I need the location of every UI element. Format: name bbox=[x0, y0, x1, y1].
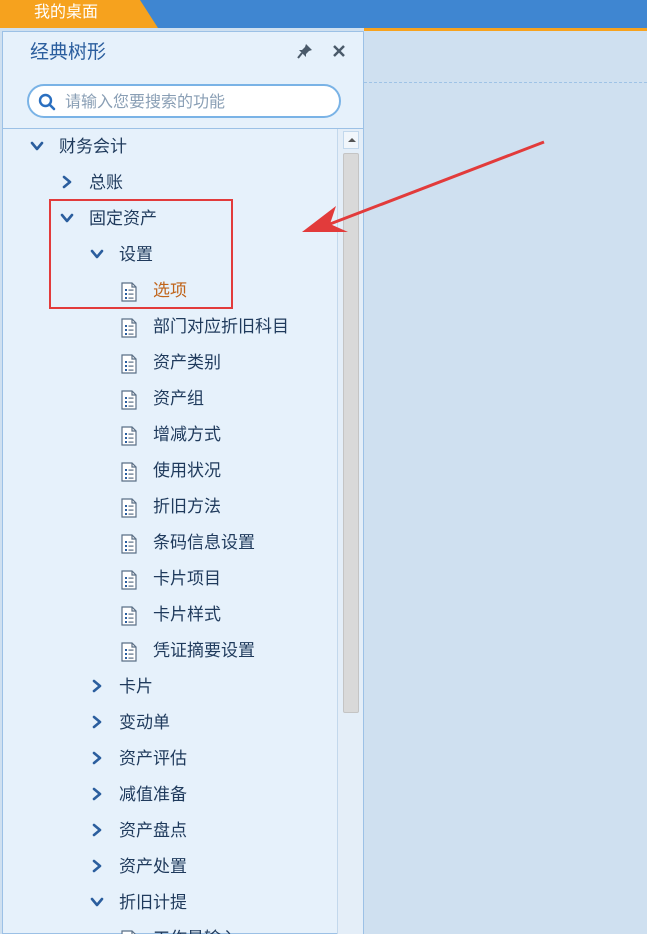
tree-item-label: 财务会计 bbox=[59, 137, 127, 157]
tree-item-label: 资产处置 bbox=[119, 857, 187, 877]
chevron-right-icon[interactable] bbox=[90, 715, 104, 729]
tree-folder-item[interactable]: 资产评估 bbox=[3, 741, 337, 777]
document-icon bbox=[121, 930, 136, 934]
tree-folder-item[interactable]: 变动单 bbox=[3, 705, 337, 741]
tree-folder-item[interactable]: 资产处置 bbox=[3, 849, 337, 885]
tree-leaf-item[interactable]: 增减方式 bbox=[3, 417, 337, 453]
search-box bbox=[27, 84, 341, 118]
tree-leaf-item[interactable]: 凭证摘要设置 bbox=[3, 633, 337, 669]
document-icon bbox=[121, 390, 137, 410]
tree-folder-item[interactable]: 财务会计 bbox=[3, 129, 337, 165]
tree-folder-item[interactable]: 总账 bbox=[3, 165, 337, 201]
tree-leaf-item[interactable]: 条码信息设置 bbox=[3, 525, 337, 561]
tree-leaf-item[interactable]: 使用状况 bbox=[3, 453, 337, 489]
tree-item-label: 凭证摘要设置 bbox=[153, 641, 255, 661]
tree-item-label: 折旧计提 bbox=[119, 893, 187, 913]
tree-item-label: 部门对应折旧科目 bbox=[153, 317, 289, 337]
close-icon[interactable] bbox=[331, 42, 347, 60]
tree-leaf-item[interactable]: 折旧方法 bbox=[3, 489, 337, 525]
content-divider bbox=[364, 82, 647, 83]
tree-folder-item[interactable]: 卡片 bbox=[3, 669, 337, 705]
document-icon bbox=[121, 498, 137, 518]
chevron-right-icon[interactable] bbox=[90, 679, 104, 693]
tree-leaf-item[interactable]: 资产组 bbox=[3, 381, 337, 417]
tab-my-desktop[interactable]: 我的桌面 bbox=[0, 0, 158, 28]
tree-item-label: 资产类别 bbox=[153, 353, 221, 373]
tree-item-label: 折旧方法 bbox=[153, 497, 221, 517]
document-icon bbox=[121, 570, 137, 590]
tree-item-label: 减值准备 bbox=[119, 785, 187, 805]
document-icon bbox=[121, 642, 137, 662]
tree-item-label: 总账 bbox=[89, 173, 123, 193]
chevron-down-icon[interactable] bbox=[30, 139, 44, 153]
document-icon bbox=[121, 354, 137, 374]
document-icon bbox=[121, 462, 137, 482]
tree-item-label: 卡片 bbox=[119, 677, 153, 697]
tree-leaf-item[interactable]: 部门对应折旧科目 bbox=[3, 309, 337, 345]
top-tab-bar: 我的桌面 bbox=[0, 0, 647, 28]
tree-scrollbar[interactable] bbox=[337, 129, 363, 934]
chevron-right-icon[interactable] bbox=[90, 787, 104, 801]
tree-item-label: 资产组 bbox=[153, 389, 204, 409]
tree-item-label: 条码信息设置 bbox=[153, 533, 255, 553]
document-icon bbox=[121, 318, 137, 338]
tree-item-label: 卡片样式 bbox=[153, 605, 221, 625]
tree-leaf-item[interactable]: 卡片项目 bbox=[3, 561, 337, 597]
document-icon bbox=[121, 534, 137, 554]
annotation-highlight-box bbox=[49, 199, 233, 309]
pin-icon[interactable] bbox=[297, 43, 313, 61]
tree-folder-item[interactable]: 减值准备 bbox=[3, 777, 337, 813]
panel-title: 经典树形 bbox=[30, 41, 107, 63]
chevron-right-icon[interactable] bbox=[60, 175, 74, 189]
tree-leaf-item[interactable]: 资产类别 bbox=[3, 345, 337, 381]
chevron-right-icon[interactable] bbox=[90, 823, 104, 837]
tree-leaf-item[interactable]: 工作量输入 bbox=[3, 921, 337, 934]
tree-item-label: 资产盘点 bbox=[119, 821, 187, 841]
tree-item-label: 卡片项目 bbox=[153, 569, 221, 589]
tree-item-label: 使用状况 bbox=[153, 461, 221, 481]
tree-leaf-item[interactable]: 卡片样式 bbox=[3, 597, 337, 633]
tree-item-label: 增减方式 bbox=[153, 425, 221, 445]
tree-item-label: 资产评估 bbox=[119, 749, 187, 769]
document-icon bbox=[121, 426, 137, 446]
chevron-down-icon[interactable] bbox=[90, 895, 104, 909]
tree-folder-item[interactable]: 资产盘点 bbox=[3, 813, 337, 849]
tree-item-label: 变动单 bbox=[119, 713, 170, 733]
document-icon bbox=[121, 606, 137, 626]
search-icon[interactable] bbox=[38, 93, 56, 111]
chevron-right-icon[interactable] bbox=[90, 751, 104, 765]
panel-header: 经典树形 bbox=[3, 32, 363, 72]
chevron-right-icon[interactable] bbox=[90, 859, 104, 873]
tree-item-label: 工作量输入 bbox=[153, 921, 238, 934]
tree-folder-item[interactable]: 折旧计提 bbox=[3, 885, 337, 921]
tab-my-desktop-label: 我的桌面 bbox=[34, 2, 99, 21]
search-input[interactable] bbox=[65, 90, 333, 112]
annotation-arrow bbox=[302, 140, 545, 232]
